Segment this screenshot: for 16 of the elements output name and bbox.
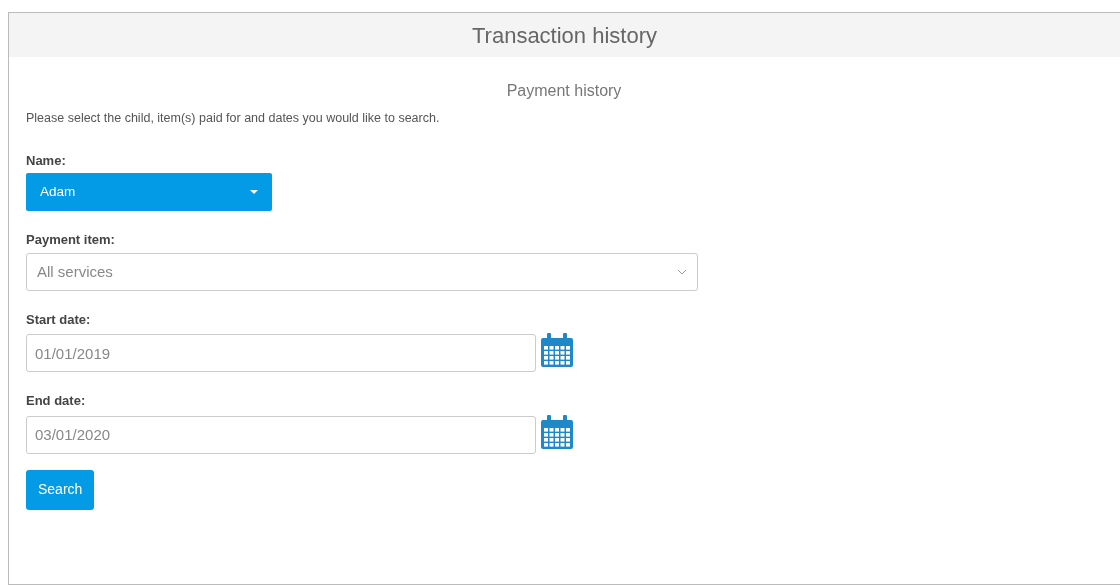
date-field[interactable]: 01/01/2019 [26,334,536,373]
payment-item-select[interactable]: All services [26,252,698,291]
caret-icon [250,190,258,195]
field-label: Name: [26,151,66,170]
field-label: Start date: [26,310,91,329]
chevron-icon [677,268,687,275]
section-title: Payment history [505,81,623,101]
date-field[interactable]: 03/01/2020 [26,415,536,454]
calendar-icon[interactable] [540,332,574,369]
name-dropdown[interactable]: Adam [26,173,272,212]
panel-title: Transaction history [471,21,657,50]
field-label: Payment item: [26,231,115,250]
search-button[interactable]: Search [26,469,95,510]
instructions: Please select the child, item(s) paid for and dates you would like to search. [26,110,441,127]
field-label: End date: [26,392,86,411]
calendar-icon[interactable] [540,413,574,450]
